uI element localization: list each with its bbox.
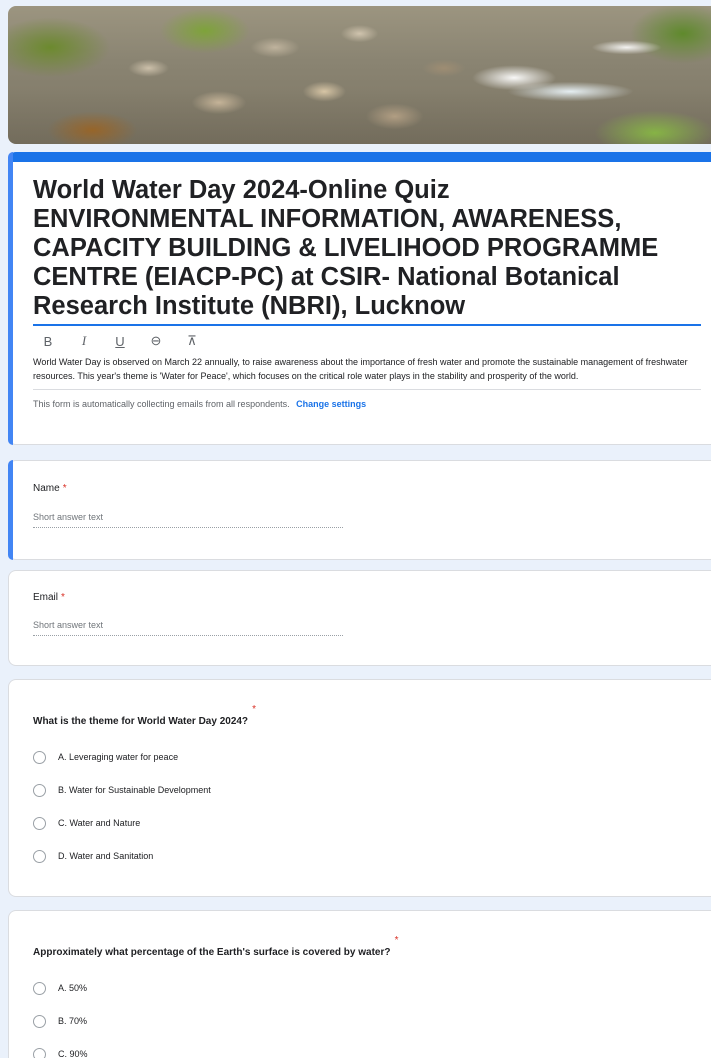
- clear-formatting-icon[interactable]: ⊼: [185, 333, 199, 349]
- radio-button[interactable]: [33, 816, 46, 830]
- change-settings-link[interactable]: Change settings: [296, 399, 366, 409]
- radio-option[interactable]: B. 70%: [33, 1013, 691, 1029]
- bold-button[interactable]: B: [41, 334, 55, 349]
- option-label: C. 90%: [58, 1049, 88, 1058]
- question-card-name[interactable]: Name * Short answer text: [8, 460, 711, 560]
- form-description-input[interactable]: World Water Day is observed on March 22 …: [33, 356, 701, 390]
- underline-button[interactable]: U: [113, 334, 127, 349]
- radio-button[interactable]: [33, 783, 46, 797]
- form-title-input[interactable]: World Water Day 2024-Online Quiz ENVIRON…: [33, 176, 701, 326]
- question-title: Approximately what percentage of the Ear…: [33, 935, 399, 958]
- radio-option[interactable]: C. Water and Nature: [33, 815, 691, 831]
- active-card-indicator: [8, 460, 13, 560]
- required-asterisk: *: [62, 483, 67, 494]
- option-label: C. Water and Nature: [58, 818, 141, 828]
- header-banner-image: [8, 6, 711, 144]
- question-card-water-percentage[interactable]: Approximately what percentage of the Ear…: [8, 910, 711, 1058]
- email-collection-text: This form is automatically collecting em…: [33, 399, 290, 409]
- short-answer-field[interactable]: Short answer text: [33, 512, 343, 528]
- radio-button[interactable]: [33, 750, 46, 764]
- radio-option[interactable]: A. 50%: [33, 980, 691, 996]
- question-title: What is the theme for World Water Day 20…: [33, 704, 257, 727]
- radio-button[interactable]: [33, 1047, 46, 1058]
- radio-option[interactable]: D. Water and Sanitation: [33, 848, 691, 864]
- option-label: B. Water for Sustainable Development: [58, 785, 211, 795]
- question-card-theme[interactable]: What is the theme for World Water Day 20…: [8, 679, 711, 897]
- email-collection-notice: This form is automatically collecting em…: [33, 399, 701, 409]
- question-card-email[interactable]: Email * Short answer text: [8, 570, 711, 666]
- option-label: A. Leveraging water for peace: [58, 752, 179, 762]
- radio-option[interactable]: A. Leveraging water for peace: [33, 749, 691, 765]
- radio-button[interactable]: [33, 981, 46, 995]
- radio-button[interactable]: [33, 849, 46, 863]
- required-asterisk: *: [61, 592, 65, 603]
- form-editor-page: World Water Day 2024-Online Quiz ENVIRON…: [0, 0, 711, 1058]
- short-answer-field[interactable]: Short answer text: [33, 620, 343, 636]
- option-label: B. 70%: [58, 1016, 88, 1026]
- option-label: D. Water and Sanitation: [58, 851, 154, 861]
- link-icon[interactable]: ⊖: [149, 333, 163, 349]
- radio-option[interactable]: C. 90%: [33, 1046, 691, 1058]
- radio-button[interactable]: [33, 1014, 46, 1028]
- required-asterisk: *: [252, 704, 257, 715]
- italic-button[interactable]: I: [77, 333, 91, 349]
- text-format-toolbar: B I U ⊖ ⊼: [33, 328, 701, 354]
- radio-option[interactable]: B. Water for Sustainable Development: [33, 782, 691, 798]
- form-title-card[interactable]: World Water Day 2024-Online Quiz ENVIRON…: [8, 152, 711, 445]
- required-asterisk: *: [394, 935, 399, 946]
- question-label: Name *: [33, 483, 67, 494]
- active-card-indicator: [8, 152, 13, 445]
- option-label: A. 50%: [58, 983, 88, 993]
- question-label: Email *: [33, 592, 65, 603]
